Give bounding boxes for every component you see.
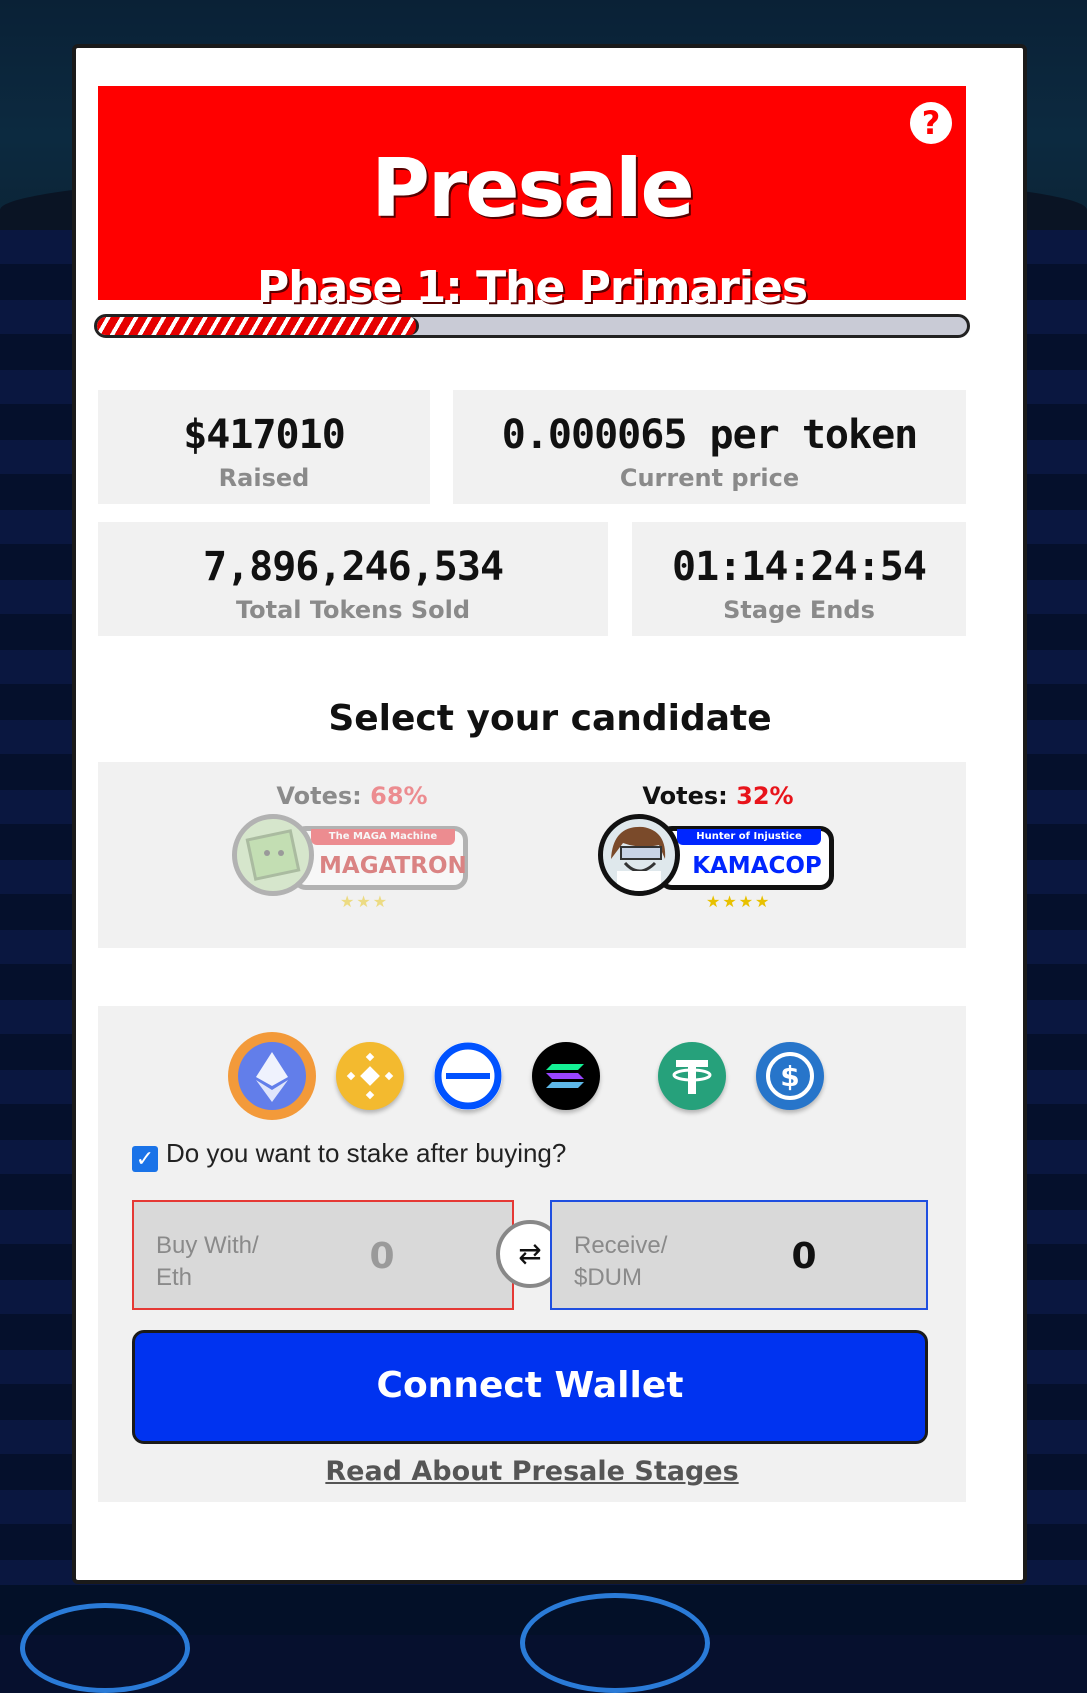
bnb-icon[interactable]: [336, 1042, 404, 1110]
tokens-sold-stat: 7,896,246,534 Total Tokens Sold: [98, 522, 608, 636]
stage-timer-value: 01:14:24:54: [672, 544, 927, 590]
candidate-tagline: Hunter of Injustice: [677, 829, 821, 845]
candidate-portrait: [232, 814, 314, 896]
votes-label: Votes:: [642, 782, 737, 810]
background-swoosh: [520, 1593, 710, 1693]
candidate-selector: Votes: 68% The MAGA Machine MAGATRON ★★★…: [98, 762, 966, 948]
candidate-name: KAMACOP: [692, 853, 822, 879]
candidate-kamacop[interactable]: Votes: 32% Hunter of Injustice KAMACOP ★…: [598, 782, 838, 942]
candidate-stars: ★★★★: [706, 894, 772, 911]
raised-label: Raised: [218, 464, 310, 492]
buy-amount-input[interactable]: [350, 1232, 414, 1280]
presale-progress-fill: [97, 317, 419, 335]
stage-timer-stat: 01:14:24:54 Stage Ends: [632, 522, 966, 636]
usdc-icon[interactable]: $: [756, 1042, 824, 1110]
receive-amount-input[interactable]: [772, 1232, 836, 1280]
candidate-badge: The MAGA Machine MAGATRON: [292, 826, 468, 890]
presale-widget: Presale Phase 1: The Primaries ? $417010…: [72, 44, 1027, 1584]
candidate-name: MAGATRON: [319, 853, 467, 879]
usdt-icon[interactable]: [658, 1042, 726, 1110]
phase-title: Phase 1: The Primaries: [256, 262, 808, 313]
stake-checkbox[interactable]: ✓: [132, 1146, 158, 1172]
receive-field[interactable]: Receive/ $DUM: [550, 1200, 928, 1310]
background-swoosh: [20, 1603, 190, 1693]
base-icon[interactable]: [434, 1042, 502, 1110]
connect-wallet-button[interactable]: Connect Wallet: [132, 1330, 928, 1444]
presale-progress-bar: [94, 314, 970, 338]
help-icon[interactable]: ?: [910, 102, 952, 144]
tokens-sold-value: 7,896,246,534: [202, 544, 504, 590]
svg-text:$: $: [780, 1060, 799, 1093]
candidate-votes: Votes: 32%: [598, 782, 838, 810]
stake-option[interactable]: ✓ Do you want to stake after buying?: [132, 1138, 566, 1172]
price-label: Current price: [619, 464, 800, 492]
presale-title: Presale: [371, 142, 695, 235]
candidate-stars: ★★★: [340, 894, 390, 911]
eth-icon[interactable]: [238, 1042, 306, 1110]
candidate-tagline: The MAGA Machine: [311, 829, 455, 845]
price-value: 0.000065 per token: [501, 412, 918, 458]
read-presale-stages-link[interactable]: Read About Presale Stages: [98, 1456, 966, 1487]
stage-timer-label: Stage Ends: [723, 596, 875, 624]
candidate-votes: Votes: 68%: [232, 782, 472, 810]
votes-percent: 32%: [736, 782, 794, 810]
raised-value: $417010: [183, 412, 346, 458]
candidate-magatron[interactable]: Votes: 68% The MAGA Machine MAGATRON ★★★: [232, 782, 472, 942]
votes-label: Votes:: [276, 782, 371, 810]
raised-stat: $417010 Raised: [98, 390, 430, 504]
stake-label: Do you want to stake after buying?: [166, 1138, 567, 1168]
candidate-badge: Hunter of Injustice KAMACOP: [658, 826, 834, 890]
buy-with-field[interactable]: Buy With/ Eth: [132, 1200, 514, 1310]
buy-with-label: Buy With/ Eth: [156, 1232, 259, 1291]
receive-label: Receive/ $DUM: [574, 1232, 668, 1291]
solana-icon[interactable]: [532, 1042, 600, 1110]
tokens-sold-label: Total Tokens Sold: [235, 596, 471, 624]
presale-header: Presale Phase 1: The Primaries ?: [98, 86, 966, 313]
candidate-portrait: [598, 814, 680, 896]
purchase-panel: $ ✓ Do you want to stake after buying? Bu…: [98, 1006, 966, 1502]
background-bottom: [0, 1585, 1087, 1693]
price-stat: 0.000065 per token Current price: [453, 390, 966, 504]
candidate-section-title: Select your candidate: [328, 698, 772, 739]
votes-percent: 68%: [370, 782, 428, 810]
